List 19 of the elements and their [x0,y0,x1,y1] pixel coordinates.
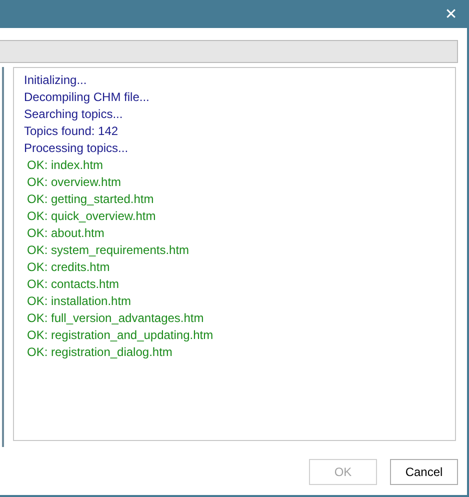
log-ok-line: OK: system_requirements.htm [26,242,190,259]
log-ok-line: OK: quick_overview.htm [26,208,156,225]
log-status-line: Searching topics... [24,106,123,123]
log-status-line: Processing topics... [24,140,128,157]
log-ok-line: OK: index.htm [26,157,104,174]
log-status-line: Initializing... [24,72,87,89]
log-status-line: Decompiling CHM file... [24,89,150,106]
close-button[interactable]: ✕ [437,0,465,28]
log-ok-line: OK: registration_dialog.htm [26,344,172,361]
log-status-line: Topics found: 142 [24,123,118,140]
log-ok-line: OK: registration_and_updating.htm [26,327,214,344]
log-ok-line: OK: installation.htm [26,293,132,310]
log-ok-line: OK: contacts.htm [26,276,120,293]
log-ok-line: OK: about.htm [26,225,104,242]
log-ok-line: OK: credits.htm [26,259,110,276]
cancel-button[interactable]: Cancel [390,459,458,485]
log-ok-line: OK: overview.htm [26,174,122,191]
log-ok-line: OK: getting_started.htm [26,191,154,208]
log-ok-line: OK: full_version_advantages.htm [26,310,204,327]
